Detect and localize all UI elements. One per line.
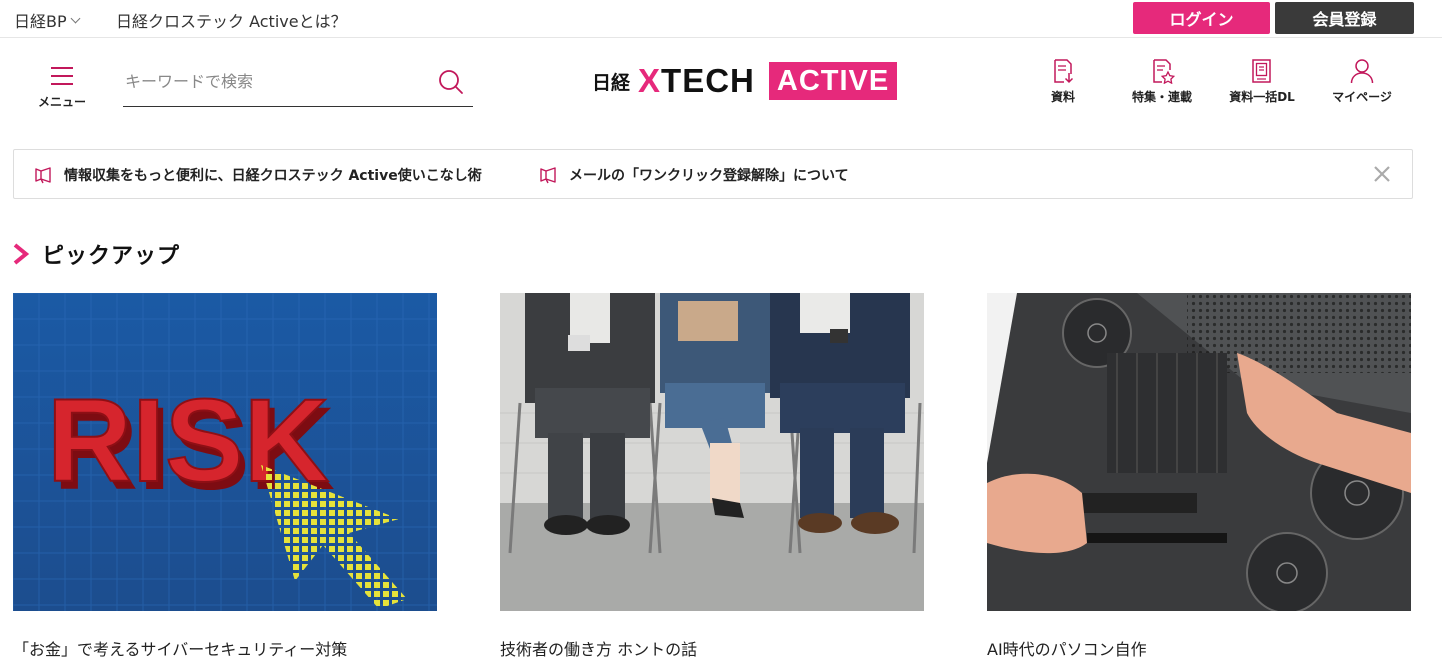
notice-tips-text: 情報収集をもっと便利に、日経クロステック Active使いこなし術: [64, 168, 482, 184]
notice-bar: 情報収集をもっと便利に、日経クロステック Active使いこなし術 メールの「ワ…: [13, 149, 1413, 199]
nav-mypage[interactable]: マイページ: [1326, 58, 1398, 108]
about-link[interactable]: 日経クロステック Activeとは？: [116, 8, 347, 32]
top-bar: 日経BP 日経クロステック Activeとは？ ログイン 会員登録: [0, 0, 1442, 38]
seated-people-image: [500, 293, 924, 611]
card-title: AI時代のパソコン自作: [987, 640, 1147, 659]
close-icon[interactable]: [1371, 163, 1393, 185]
nav-documents-label: 資料: [1050, 90, 1075, 104]
chevron-right-icon: [13, 243, 30, 265]
section-title: ピックアップ: [42, 244, 181, 269]
search-input[interactable]: [125, 66, 425, 96]
site-logo[interactable]: 日経 XTECH ACTIVE: [592, 62, 898, 100]
document-download-icon: [1054, 59, 1074, 84]
user-icon: [1350, 59, 1374, 84]
section-pickup: ピックアップ: [13, 238, 180, 270]
risk-arrow-image: RISK RISK: [13, 293, 437, 611]
notice-unsubscribe-text: メールの「ワンクリック登録解除」について: [569, 168, 849, 184]
megaphone-icon: [35, 167, 51, 184]
pc-build-image: [987, 293, 1411, 611]
document-star-icon: [1153, 59, 1175, 84]
nikkei-bp-dropdown[interactable]: 日経BP: [14, 8, 81, 32]
search-icon[interactable]: [437, 68, 465, 96]
hamburger-icon: [51, 67, 73, 91]
search-box: [123, 60, 473, 107]
nikkei-bp-label: 日経BP: [14, 12, 67, 31]
logo-active: ACTIVE: [768, 62, 898, 100]
register-button[interactable]: 会員登録: [1275, 2, 1414, 34]
pickup-card[interactable]: 技術者の働き方 ホントの話: [500, 293, 924, 659]
documents-stack-icon: [1252, 59, 1271, 83]
menu-label: メニュー: [38, 95, 87, 109]
nav-documents[interactable]: 資料: [1040, 58, 1086, 108]
logo-nikkei: 日経: [592, 71, 631, 94]
notice-link-tips[interactable]: 情報収集をもっと便利に、日経クロステック Active使いこなし術: [34, 165, 482, 185]
megaphone-icon: [540, 167, 556, 184]
login-button[interactable]: ログイン: [1133, 2, 1270, 34]
nav-features[interactable]: 特集・連載: [1126, 58, 1198, 108]
nav-bulk-download-label: 資料一括DL: [1229, 90, 1295, 104]
nav-bulk-download[interactable]: 資料一括DL: [1226, 58, 1298, 108]
pickup-card[interactable]: AI時代のパソコン自作: [987, 293, 1411, 659]
nav-mypage-label: マイページ: [1332, 90, 1392, 104]
chevron-down-icon: [70, 13, 81, 23]
notice-link-unsubscribe[interactable]: メールの「ワンクリック登録解除」について: [539, 165, 849, 185]
card-title: 「お金」で考えるサイバーセキュリティー対策: [13, 640, 348, 659]
nav-features-label: 特集・連載: [1131, 90, 1192, 104]
card-title: 技術者の働き方 ホントの話: [500, 640, 698, 659]
logo-xtech: XTECH: [638, 62, 755, 99]
pickup-card[interactable]: RISK RISK 「お金」で考えるサイバーセキュリティー対策: [13, 293, 437, 659]
menu-button[interactable]: メニュー: [34, 62, 92, 110]
